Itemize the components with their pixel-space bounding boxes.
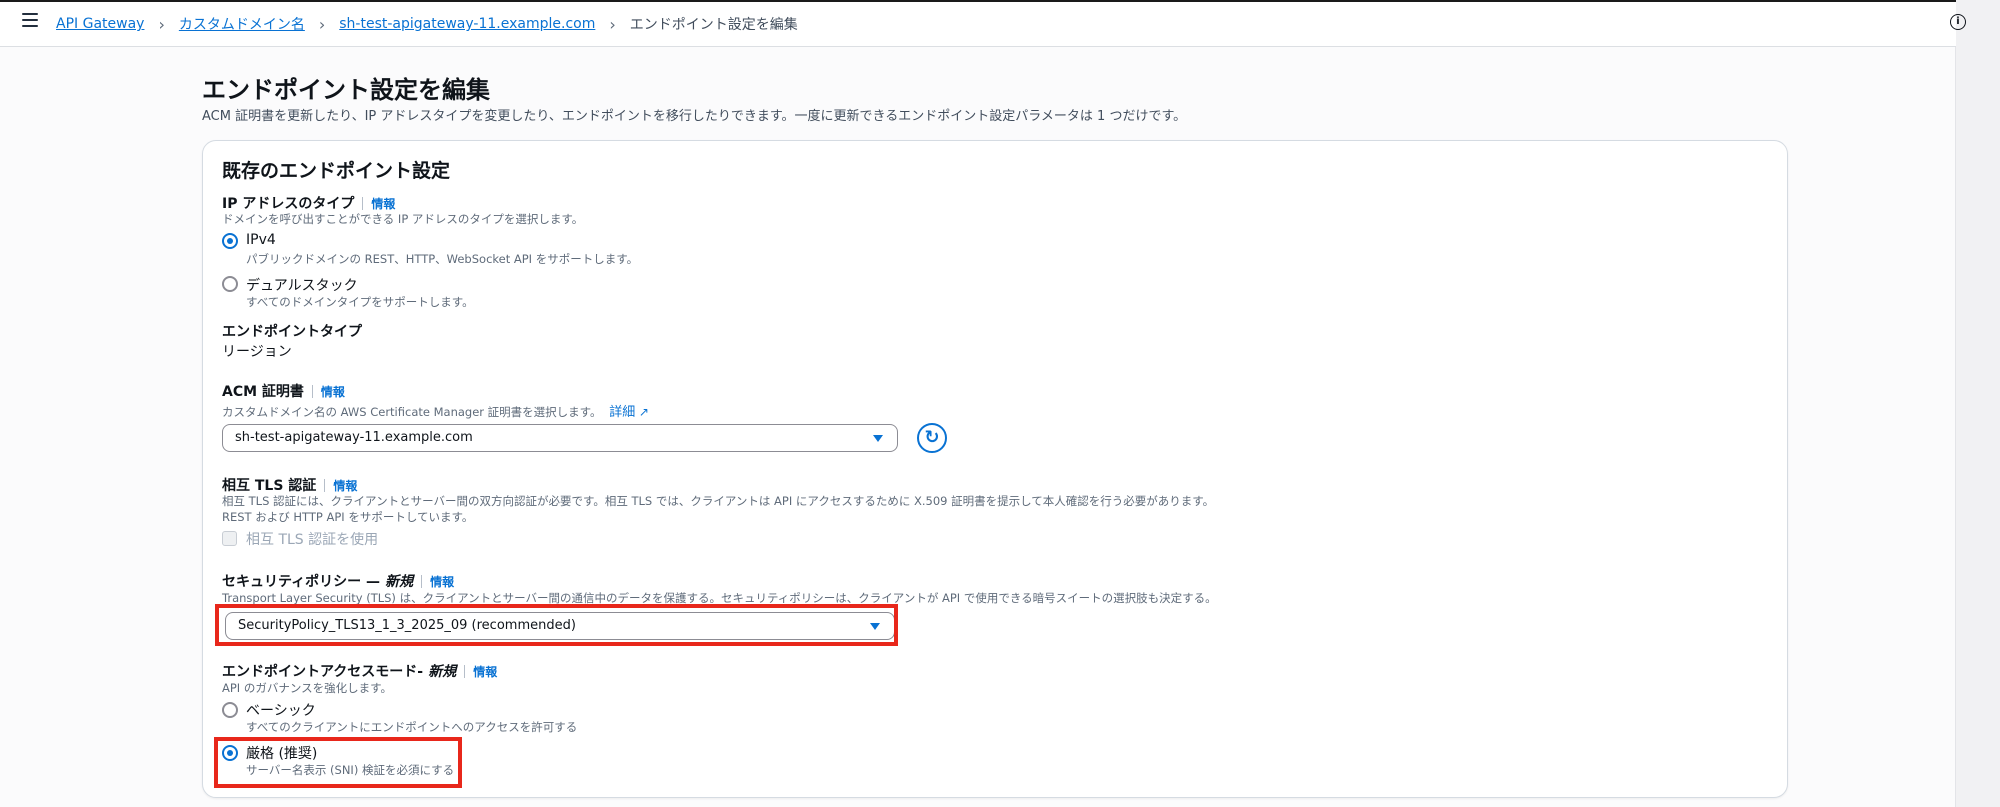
dualstack-radio[interactable]: [222, 276, 238, 292]
access-mode-label: エンドポイントアクセスモード-: [222, 664, 424, 680]
acm-selected-value: sh-test-apigateway-11.example.com: [235, 430, 473, 445]
acm-info-link[interactable]: 情報: [321, 385, 345, 399]
mtls-label: 相互 TLS 認証: [222, 478, 317, 494]
ip-type-header: IP アドレスのタイプ 情報: [222, 193, 395, 213]
dualstack-desc: すべてのドメインタイプをサポートします。: [246, 295, 474, 309]
endpoint-type-label: エンドポイントタイプ: [222, 324, 362, 340]
basic-radio[interactable]: [222, 702, 238, 718]
caret-down-icon: [873, 435, 883, 442]
acm-hint: カスタムドメイン名の AWS Certificate Manager 証明書を選…: [222, 405, 602, 419]
ip-type-label: IP アドレスのタイプ: [222, 196, 355, 212]
security-policy-highlight: [215, 604, 898, 646]
chevron-right-icon: ›: [158, 14, 165, 34]
acm-hint-row: カスタムドメイン名の AWS Certificate Manager 証明書を選…: [222, 401, 649, 420]
chevron-right-icon: ›: [318, 14, 326, 34]
security-policy-label: セキュリティポリシー —: [222, 574, 381, 590]
access-mode-hint: API のガバナンスを強化します。: [222, 681, 392, 695]
mtls-checkbox-label[interactable]: 相互 TLS 認証を使用: [246, 529, 378, 549]
page-title: エンドポイント設定を編集: [202, 76, 490, 104]
acm-header: ACM 証明書 情報: [222, 381, 345, 401]
access-mode-badge: 新規: [428, 664, 457, 680]
top-navigation-bar: API Gateway › カスタムドメイン名 › sh-test-apigat…: [0, 0, 1966, 47]
breadcrumb-current: エンドポイント設定を編集: [629, 17, 798, 33]
access-mode-info-link[interactable]: 情報: [473, 665, 497, 679]
security-policy-info-link[interactable]: 情報: [430, 575, 454, 589]
ipv4-label[interactable]: IPv4: [246, 232, 276, 248]
ipv4-radio[interactable]: [222, 233, 238, 249]
ipv4-desc: パブリックドメインの REST、HTTP、WebSocket API をサポート…: [246, 252, 639, 266]
scrollbar[interactable]: [1955, 0, 2000, 807]
mtls-checkbox[interactable]: [222, 531, 237, 546]
ip-type-hint: ドメインを呼び出すことができる IP アドレスのタイプを選択します。: [222, 212, 584, 226]
mtls-hint-1: 相互 TLS 認証には、クライアントとサーバー間の双方向認証が必要です。相互 T…: [222, 494, 1215, 508]
info-circle-icon[interactable]: i: [1950, 14, 1966, 30]
breadcrumb-domain[interactable]: sh-test-apigateway-11.example.com: [339, 16, 595, 32]
acm-label: ACM 証明書: [222, 384, 304, 400]
mtls-info-link[interactable]: 情報: [333, 479, 357, 493]
acm-certificate-select[interactable]: sh-test-apigateway-11.example.com: [222, 424, 898, 452]
breadcrumb-custom-domains[interactable]: カスタムドメイン名: [179, 14, 305, 34]
breadcrumb: API Gateway › カスタムドメイン名 › sh-test-apigat…: [56, 14, 798, 34]
breadcrumb-api-gateway[interactable]: API Gateway: [56, 16, 144, 32]
chevron-right-icon: ›: [609, 14, 616, 34]
basic-desc: すべてのクライアントにエンドポイントへのアクセスを許可する: [246, 720, 578, 734]
menu-icon[interactable]: [22, 13, 38, 27]
ip-type-info-link[interactable]: 情報: [371, 197, 395, 211]
mtls-header: 相互 TLS 認証 情報: [222, 475, 357, 495]
access-mode-header: エンドポイントアクセスモード- 新規 情報: [222, 661, 497, 681]
security-policy-header: セキュリティポリシー — 新規 情報: [222, 571, 454, 591]
endpoint-settings-card: [202, 140, 1788, 798]
security-policy-badge: 新規: [385, 574, 414, 590]
endpoint-type-value: リージョン: [222, 344, 292, 360]
basic-label[interactable]: ベーシック: [246, 700, 316, 720]
refresh-icon[interactable]: ↻: [917, 423, 947, 453]
dualstack-label[interactable]: デュアルスタック: [246, 275, 358, 295]
mtls-hint-2: REST および HTTP API をサポートしています。: [222, 510, 474, 524]
access-mode-highlight: [214, 737, 462, 788]
card-title: 既存のエンドポイント設定: [222, 160, 451, 182]
external-link-icon[interactable]: ↗: [639, 405, 649, 419]
page-description: ACM 証明書を更新したり、IP アドレスタイプを変更したり、エンドポイントを移…: [202, 109, 1187, 124]
acm-more-link[interactable]: 詳細: [609, 405, 635, 420]
